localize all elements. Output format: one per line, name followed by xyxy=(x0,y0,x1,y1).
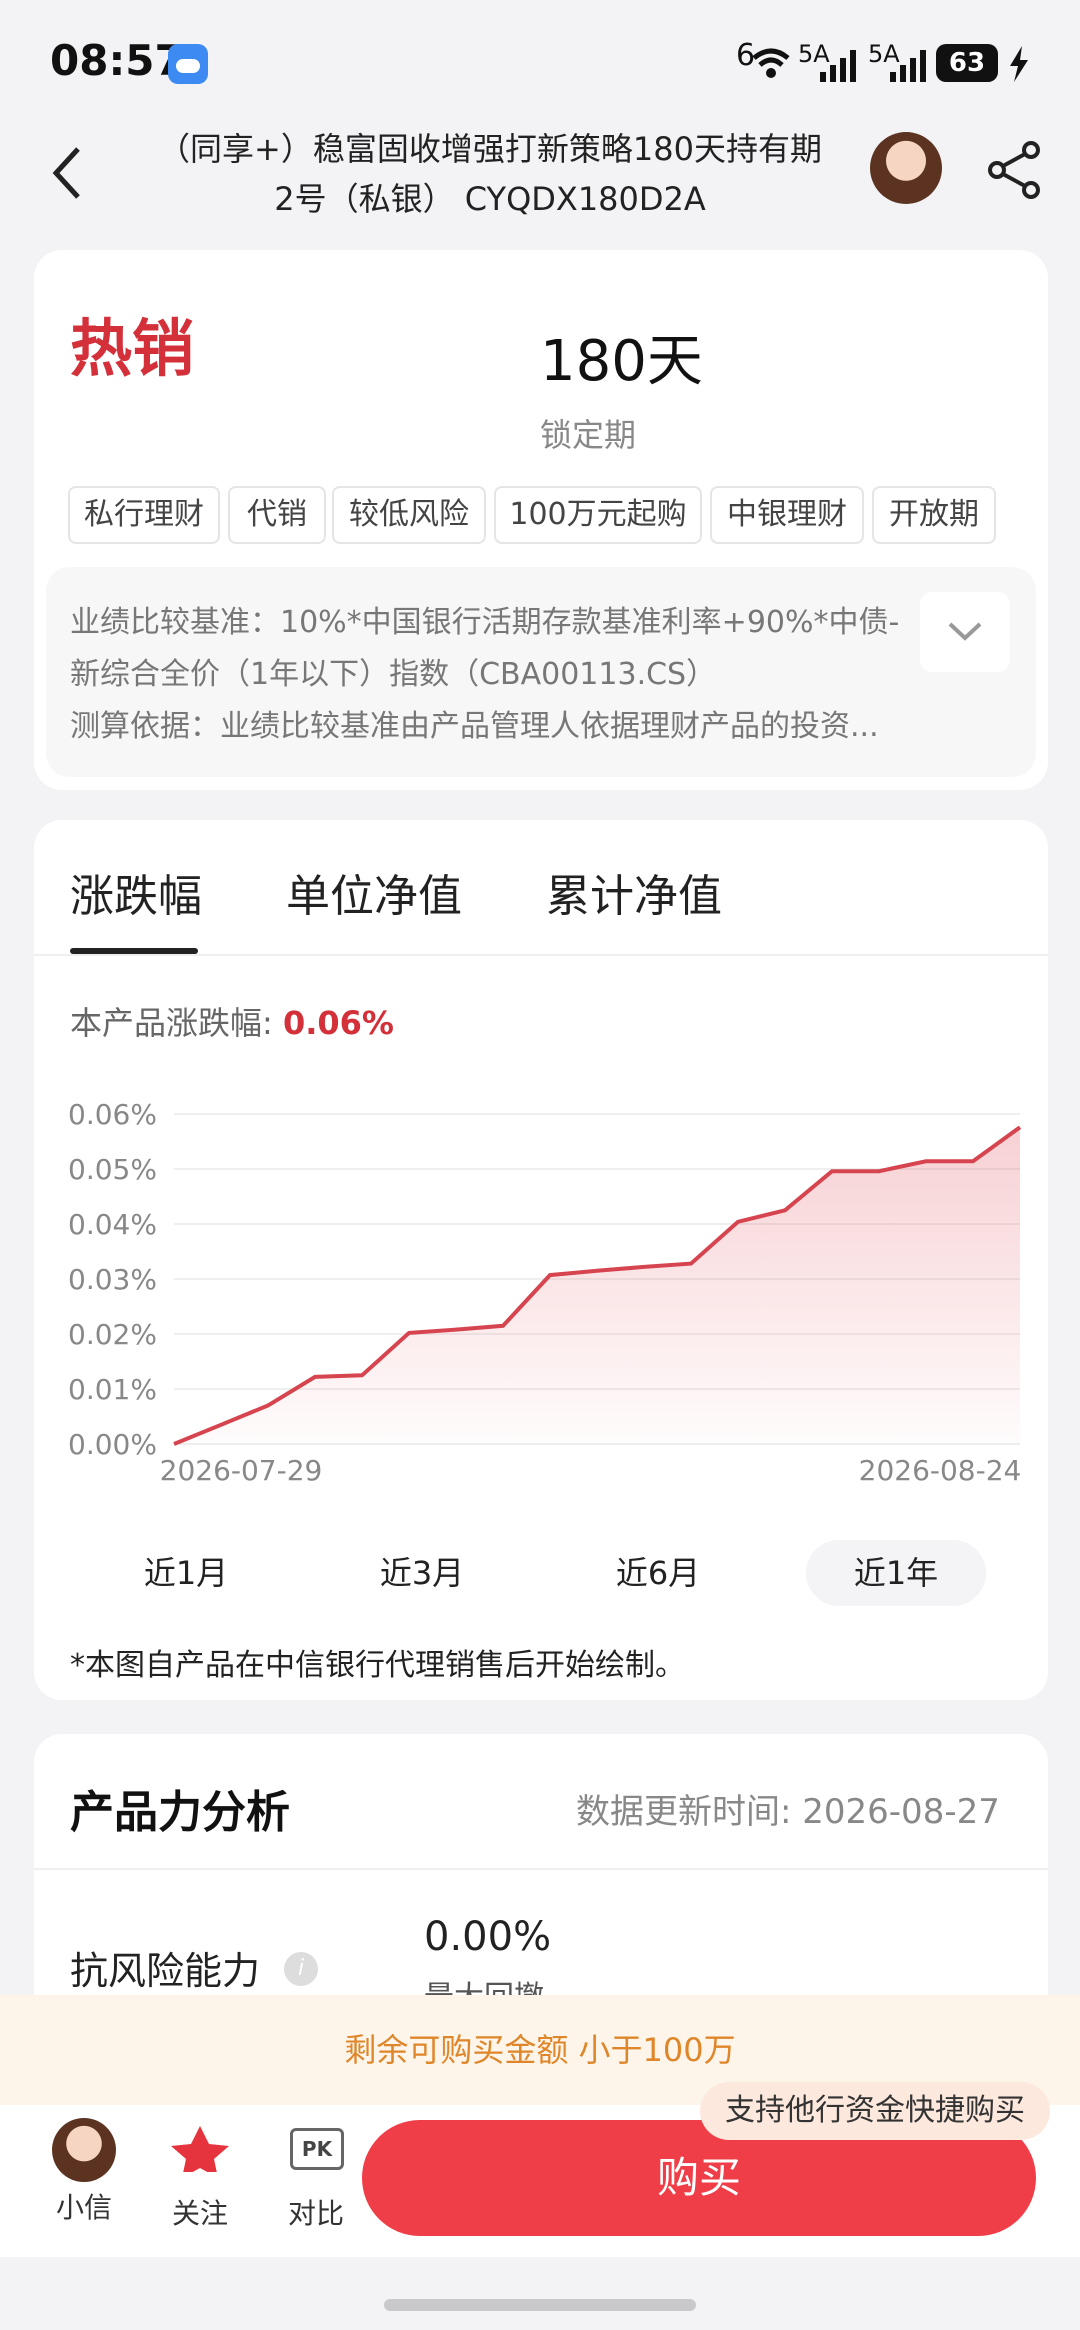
share-icon[interactable] xyxy=(985,140,1045,200)
assistant-avatar-small xyxy=(52,2118,116,2182)
range-1-month[interactable]: 近1月 xyxy=(96,1540,276,1606)
tag-risk-level: 较低风险 xyxy=(332,486,486,544)
change-label: 本产品涨跌幅: xyxy=(70,1004,283,1042)
tab-cumulative-nav[interactable]: 累计净值 xyxy=(546,860,722,924)
range-6-months[interactable]: 近6月 xyxy=(568,1540,748,1606)
data-update-time: 数据更新时间: 2026-08-27 xyxy=(576,1792,1000,1832)
cell-signal-icon-2 xyxy=(890,50,926,82)
follow-label: 关注 xyxy=(171,2197,228,2230)
lock-period-label: 锁定期 xyxy=(540,416,637,454)
range-3-months[interactable]: 近3月 xyxy=(332,1540,512,1606)
nav-bar: （同享+）稳富固收增强打新策略180天持有期2号（私银） CYQDX180D2A xyxy=(0,120,1080,250)
x-axis-end-label: 2026-08-24 xyxy=(859,1454,1022,1487)
page-title: （同享+）稳富固收增强打新策略180天持有期2号（私银） CYQDX180D2A xyxy=(158,130,822,218)
compare-button[interactable]: PK 对比 xyxy=(276,2122,356,2242)
charging-icon xyxy=(1010,46,1028,82)
lock-period-value: 180天 xyxy=(540,329,703,394)
tab-divider xyxy=(34,954,1048,956)
follow-button[interactable]: 关注 xyxy=(160,2122,240,2242)
star-icon xyxy=(171,2126,229,2178)
tag-private-wealth: 私行理财 xyxy=(68,486,220,544)
assistant-button[interactable]: 小信 xyxy=(48,2118,120,2238)
y-tick-label: 0.04% xyxy=(68,1208,157,1241)
hot-badge: 热销 xyxy=(70,312,195,385)
x-axis-start-label: 2026-07-29 xyxy=(160,1454,323,1487)
analysis-title: 产品力分析 xyxy=(70,1787,290,1838)
compare-label: 对比 xyxy=(287,2197,344,2230)
status-bar: 08:57 6 5A 5A 63 xyxy=(0,0,1080,120)
chart-footnote: *本图自产品在中信银行代理销售后开始绘制。 xyxy=(70,1648,685,1683)
tab-change-rate[interactable]: 涨跌幅 xyxy=(70,860,202,924)
info-icon[interactable]: i xyxy=(284,1952,318,1986)
home-indicator[interactable] xyxy=(384,2299,696,2311)
y-tick-label: 0.01% xyxy=(68,1373,157,1406)
risk-resistance-label: 抗风险能力 xyxy=(70,1949,261,1993)
cell-signal-icon xyxy=(820,50,856,82)
remaining-quota-text: 剩余可购买金额 小于100万 xyxy=(344,2031,736,2069)
chevron-down-icon xyxy=(948,622,982,641)
pk-icon: PK xyxy=(290,2128,344,2170)
y-tick-label: 0.02% xyxy=(68,1318,157,1351)
benchmark-line-1: 业绩比较基准：10%*中国银行活期存款基准利率+90%*中债- xyxy=(70,605,900,640)
max-drawdown-value: 0.00% xyxy=(424,1914,552,1960)
y-tick-label: 0.05% xyxy=(68,1153,157,1186)
tag-open-period: 开放期 xyxy=(872,486,996,544)
chevron-left-icon xyxy=(52,147,80,199)
battery-indicator: 63 xyxy=(936,44,998,82)
assistant-label: 小信 xyxy=(55,2191,112,2224)
tab-unit-nav[interactable]: 单位净值 xyxy=(286,860,462,924)
y-tick-label: 0.06% xyxy=(68,1098,157,1131)
change-summary: 本产品涨跌幅: 0.06% xyxy=(70,998,394,1044)
chart-area xyxy=(174,1127,1020,1444)
tag-issuer: 中银理财 xyxy=(710,486,864,544)
change-value: 0.06% xyxy=(282,1004,394,1042)
range-1-year[interactable]: 近1年 xyxy=(806,1540,986,1606)
tag-min-purchase: 100万元起购 xyxy=(494,486,702,544)
benchmark-box[interactable]: 业绩比较基准：10%*中国银行活期存款基准利率+90%*中债- 新综合全价（1年… xyxy=(46,567,1036,777)
change-rate-chart: 0.00% 0.01% 0.02% 0.03% 0.04% 0.05% 0.06% 2026… xyxy=(68,1098,1022,1487)
basis-line: 测算依据：业绩比较基准由产品管理人依据理财产品的投资... xyxy=(70,709,879,744)
tag-agency: 代销 xyxy=(228,486,326,544)
back-button[interactable] xyxy=(50,145,84,211)
status-time: 08:57 xyxy=(50,36,184,85)
expand-button[interactable] xyxy=(920,592,1010,672)
analysis-divider xyxy=(34,1868,1048,1870)
wifi-icon xyxy=(752,48,790,78)
weather-icon xyxy=(168,44,208,84)
y-tick-label: 0.00% xyxy=(68,1428,157,1461)
benchmark-line-2: 新综合全价（1年以下）指数（CBA00113.CS） xyxy=(70,657,717,692)
y-tick-label: 0.03% xyxy=(68,1263,157,1296)
quick-pay-tooltip: 支持他行资金快捷购买 xyxy=(700,2082,1050,2140)
assistant-avatar[interactable] xyxy=(870,132,942,204)
